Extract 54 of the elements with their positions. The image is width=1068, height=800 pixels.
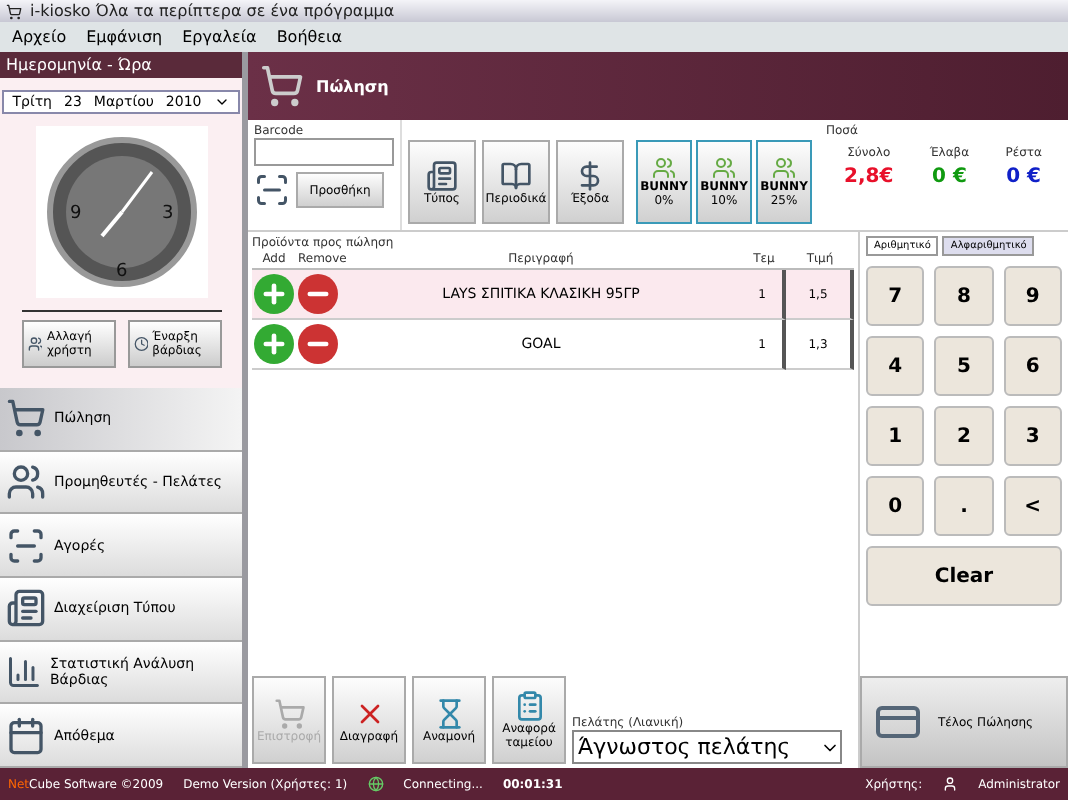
keypad-key[interactable]: 9: [1003, 266, 1062, 326]
menu-item[interactable]: Αρχείο: [12, 28, 67, 46]
keypad-key[interactable]: 3: [1003, 406, 1062, 466]
people-icon: [772, 156, 796, 180]
scanner-icon: [6, 525, 46, 566]
add-button[interactable]: [254, 274, 294, 314]
menu-item[interactable]: Εργαλεία: [182, 28, 257, 46]
clear-button[interactable]: Clear: [866, 546, 1062, 606]
plus-icon: [260, 280, 288, 308]
app-icon: [6, 3, 22, 19]
user-icon: [942, 776, 959, 792]
dropdown-icon: [213, 94, 230, 110]
total-value: 0 €: [932, 166, 967, 188]
panel-header: Ημερομηνία - Ώρα: [0, 52, 242, 78]
keypad-key[interactable]: <: [1003, 476, 1062, 536]
globe-icon: [367, 776, 384, 792]
calendar-icon: [6, 715, 46, 756]
cart-icon: [273, 697, 305, 729]
barcode-field[interactable]: [254, 138, 394, 166]
window-title: i-kiosko Όλα τα περίπτερα σε ένα πρόγραμμα: [30, 2, 395, 20]
clipboard-icon: [513, 690, 545, 722]
keypad-key[interactable]: 5: [934, 336, 994, 396]
scanner-icon: [254, 172, 290, 208]
newspaper-icon: [426, 159, 458, 191]
total-value: 2,8€: [844, 166, 894, 188]
clock-drawing: 9 3 6: [41, 132, 201, 292]
keypad-key[interactable]: .: [934, 476, 994, 536]
magazine-icon: [500, 159, 532, 191]
users-icon: [27, 332, 43, 356]
keypad-key[interactable]: 0: [866, 476, 925, 536]
newspaper-icon: [6, 588, 46, 629]
cart-icon: [6, 398, 46, 439]
section-title: Πώληση: [316, 77, 389, 95]
bar-chart-icon: [6, 652, 42, 693]
hourglass-icon: [433, 697, 465, 729]
keypad-key[interactable]: 7: [866, 266, 925, 326]
keypad-key[interactable]: 6: [1003, 336, 1062, 396]
clock-icon: [133, 332, 149, 356]
total-value: 0 €: [1006, 166, 1042, 188]
people-icon: [652, 156, 676, 180]
keypad-key[interactable]: 4: [866, 336, 925, 396]
customer-select[interactable]: Άγνωστος πελάτης: [572, 730, 842, 764]
keypad-key[interactable]: 8: [934, 266, 994, 326]
cart-icon: [260, 64, 304, 108]
keypad-key[interactable]: 1: [866, 406, 925, 466]
menu-item[interactable]: Βοήθεια: [276, 28, 342, 46]
plus-icon: [260, 330, 288, 358]
people-icon: [6, 462, 46, 502]
people-icon: [712, 156, 736, 180]
remove-button[interactable]: [298, 324, 338, 364]
keypad-key[interactable]: 2: [934, 406, 994, 466]
menu-item[interactable]: Εμφάνιση: [86, 28, 163, 46]
add-button[interactable]: [254, 324, 294, 364]
remove-button[interactable]: [298, 274, 338, 314]
